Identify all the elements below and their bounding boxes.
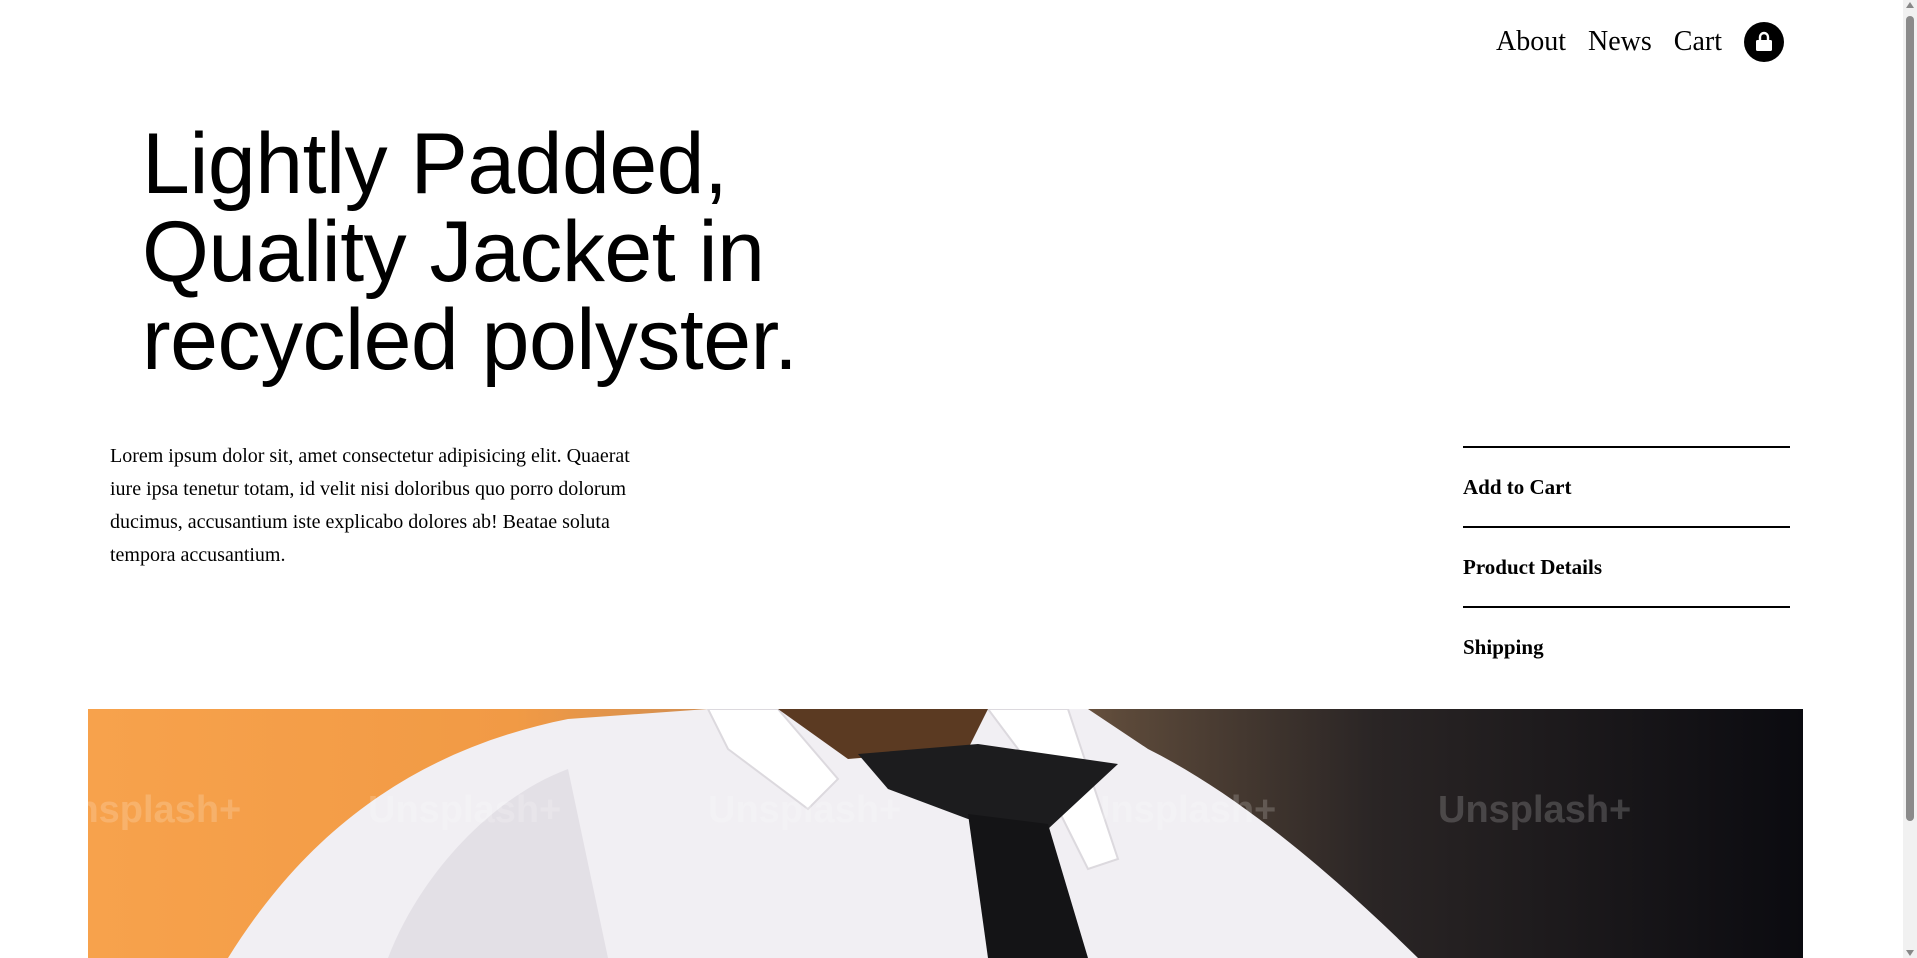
- shopping-bag-button[interactable]: [1744, 22, 1784, 62]
- hero-photo-shapes: [228, 709, 1418, 958]
- watermark-text: Unsplash+: [1438, 789, 1632, 831]
- watermark-text: Unsplash+: [708, 789, 902, 831]
- watermark-text: Unsplash+: [368, 789, 562, 831]
- shopping-bag-icon: [1756, 31, 1772, 51]
- product-details-button[interactable]: Product Details: [1463, 526, 1790, 606]
- scrollbar-thumb[interactable]: [1906, 16, 1914, 821]
- watermark-text: Unsplash+: [88, 789, 242, 831]
- top-nav: About News Cart: [1496, 22, 1784, 62]
- product-description: Lorem ipsum dolor sit, amet consectetur …: [110, 445, 630, 566]
- vertical-scrollbar[interactable]: [1903, 0, 1917, 958]
- nav-cart-link[interactable]: Cart: [1674, 26, 1722, 58]
- nav-news-link[interactable]: News: [1588, 26, 1652, 58]
- watermark-text: Unsplash+: [1083, 789, 1277, 831]
- scroll-up-arrow-icon[interactable]: [1906, 2, 1914, 8]
- add-to-cart-button[interactable]: Add to Cart: [1463, 446, 1790, 526]
- shipping-button[interactable]: Shipping: [1463, 606, 1790, 686]
- hero-image: Unsplash+ Unsplash+ Unsplash+ Unsplash+ …: [88, 709, 1803, 958]
- product-title: Lightly Padded, Quality Jacket in recycl…: [142, 116, 798, 388]
- product-actions: Add to Cart Product Details Shipping: [1463, 446, 1790, 686]
- scroll-down-arrow-icon[interactable]: [1906, 950, 1914, 956]
- nav-about-link[interactable]: About: [1496, 26, 1566, 58]
